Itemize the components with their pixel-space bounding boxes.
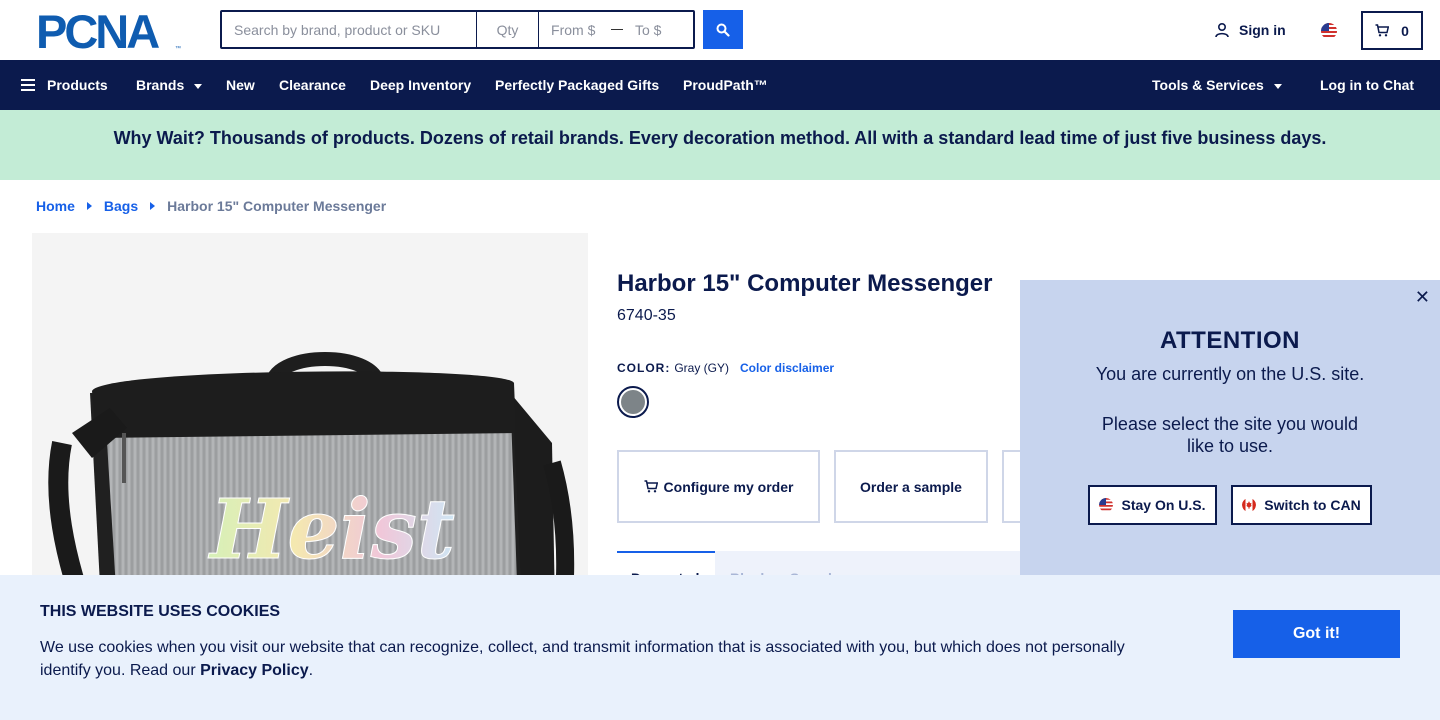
- canada-flag-icon: [1242, 498, 1257, 512]
- search-bar: [220, 10, 695, 49]
- breadcrumb-home[interactable]: Home: [36, 198, 75, 214]
- nav-chat-label: Log in to Chat: [1320, 77, 1415, 93]
- privacy-policy-link[interactable]: Privacy Policy: [200, 662, 309, 679]
- cart-icon: [644, 480, 658, 493]
- promo-banner: Why Wait? Thousands of products. Dozens …: [0, 110, 1440, 180]
- configure-order-button[interactable]: Configure my order: [617, 450, 820, 523]
- color-swatch-gray[interactable]: [617, 386, 649, 418]
- color-row: COLOR: Gray (GY) Color disclaimer: [617, 361, 834, 375]
- nav-products[interactable]: Products: [21, 60, 108, 110]
- svg-text:™: ™: [175, 45, 181, 52]
- nav-gifts[interactable]: Perfectly Packaged Gifts: [495, 60, 659, 110]
- switch-can-label: Switch to CAN: [1264, 497, 1361, 513]
- color-disclaimer-link[interactable]: Color disclaimer: [740, 361, 834, 375]
- cookie-title: THIS WEBSITE USES COOKIES: [40, 603, 281, 620]
- user-icon: [1215, 22, 1229, 38]
- stay-us-label: Stay On U.S.: [1121, 497, 1206, 513]
- promo-banner-text: Why Wait? Thousands of products. Dozens …: [113, 127, 1327, 148]
- nav-new[interactable]: New: [226, 60, 255, 110]
- price-to-input[interactable]: [623, 12, 693, 47]
- price-range-dash: [611, 29, 623, 30]
- switch-can-button[interactable]: Switch to CAN: [1231, 485, 1372, 525]
- modal-message-select: Please select the site you would like to…: [1101, 414, 1359, 456]
- breadcrumb-current: Harbor 15" Computer Messenger: [167, 198, 387, 214]
- nav-gifts-label: Perfectly Packaged Gifts: [495, 77, 660, 93]
- pcna-logo[interactable]: PCNA ™: [36, 10, 184, 52]
- breadcrumb-bags[interactable]: Bags: [104, 198, 138, 214]
- nav-tools-services[interactable]: Tools & Services: [1152, 60, 1282, 110]
- modal-message-current-site: You are currently on the U.S. site.: [1095, 364, 1365, 384]
- search-button[interactable]: [703, 10, 743, 49]
- color-label: COLOR:: [617, 361, 671, 375]
- product-sku: 6740-35: [617, 307, 676, 324]
- chevron-down-icon: [194, 83, 203, 89]
- nav-clearance-label: Clearance: [279, 77, 346, 93]
- nav-clearance[interactable]: Clearance: [279, 60, 346, 110]
- caret-right-icon: [86, 202, 92, 210]
- order-sample-button[interactable]: Order a sample: [834, 450, 988, 523]
- sign-in-label: Sign in: [1239, 22, 1286, 38]
- search-input[interactable]: [222, 12, 478, 47]
- color-value: Gray (GY): [674, 361, 729, 375]
- cookie-banner: THIS WEBSITE USES COOKIES We use cookies…: [0, 575, 1440, 720]
- site-selector-modal: ✕ ATTENTION You are currently on the U.S…: [1020, 280, 1440, 580]
- quantity-input[interactable]: [477, 12, 540, 47]
- cookie-text: We use cookies when you visit our websit…: [40, 636, 1150, 682]
- accept-cookies-button[interactable]: Got it!: [1233, 610, 1400, 658]
- nav-products-label: Products: [47, 77, 108, 93]
- nav-chat-login[interactable]: Log in to Chat: [1320, 60, 1414, 110]
- chevron-down-icon: [1273, 83, 1282, 89]
- close-icon[interactable]: ✕: [1415, 288, 1430, 306]
- price-from-input[interactable]: [539, 12, 612, 47]
- cart-icon: [1375, 24, 1390, 37]
- sign-in-link[interactable]: Sign in: [1214, 22, 1286, 38]
- nav-deep-inventory-label: Deep Inventory: [370, 77, 472, 93]
- nav-tools-label: Tools & Services: [1152, 77, 1264, 93]
- main-nav: Products Brands New Clearance Deep Inven…: [0, 60, 1440, 110]
- modal-title: ATTENTION: [1159, 327, 1301, 354]
- us-flag-icon: [1099, 498, 1114, 512]
- configure-order-label: Configure my order: [663, 478, 794, 495]
- nav-deep-inventory[interactable]: Deep Inventory: [370, 60, 471, 110]
- breadcrumb: Home Bags Harbor 15" Computer Messenger: [36, 198, 386, 214]
- svg-text:Heist: Heist: [208, 482, 455, 578]
- us-flag-icon[interactable]: [1321, 23, 1337, 39]
- nav-new-label: New: [226, 77, 255, 93]
- svg-text:PCNA: PCNA: [36, 10, 159, 52]
- site-header: PCNA ™ Sign in: [0, 0, 1440, 60]
- swatch-fill: [621, 390, 645, 414]
- stay-us-button[interactable]: Stay On U.S.: [1088, 485, 1217, 525]
- nav-proudpath-label: ProudPath™: [683, 77, 768, 93]
- cart-count: 0: [1401, 22, 1409, 39]
- cookie-period: .: [308, 662, 314, 679]
- caret-right-icon: [150, 202, 156, 210]
- order-sample-label: Order a sample: [860, 478, 962, 495]
- search-icon: [716, 23, 730, 37]
- nav-proudpath[interactable]: ProudPath™: [683, 60, 768, 110]
- nav-brands[interactable]: Brands: [136, 60, 203, 110]
- menu-icon: [21, 79, 35, 91]
- nav-brands-label: Brands: [136, 77, 185, 93]
- cart-button[interactable]: 0: [1361, 11, 1423, 50]
- product-title: Harbor 15" Computer Messenger: [617, 270, 993, 297]
